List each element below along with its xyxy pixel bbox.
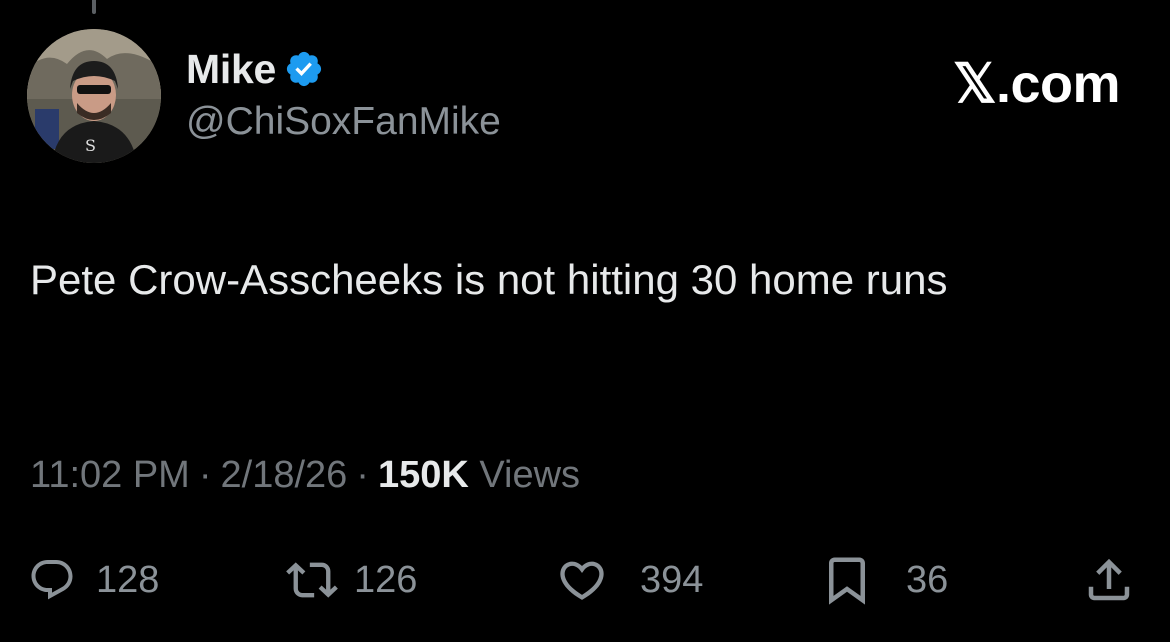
tweet-time[interactable]: 11:02 PM bbox=[30, 454, 190, 496]
repost-icon bbox=[286, 562, 338, 598]
site-watermark: 𝕏.com bbox=[952, 54, 1121, 114]
author-name-row: Mike bbox=[186, 46, 324, 92]
views-label: Views bbox=[479, 454, 581, 496]
reply-button[interactable]: 128 bbox=[28, 555, 159, 605]
thread-line bbox=[92, 0, 96, 14]
bookmark-button[interactable]: 36 bbox=[820, 555, 948, 605]
meta-separator: · bbox=[198, 454, 212, 496]
repost-count: 126 bbox=[354, 558, 418, 601]
like-button[interactable]: 394 bbox=[556, 555, 703, 605]
bookmark-count: 36 bbox=[906, 558, 949, 601]
verified-badge-icon[interactable] bbox=[284, 49, 324, 89]
meta-separator: · bbox=[356, 454, 369, 496]
heart-icon bbox=[560, 561, 604, 600]
display-name[interactable]: Mike bbox=[186, 46, 276, 93]
share-button[interactable] bbox=[1082, 555, 1136, 605]
author-handle[interactable]: @ChiSoxFanMike bbox=[186, 100, 501, 144]
repost-button[interactable]: 126 bbox=[286, 555, 417, 605]
like-count: 394 bbox=[640, 558, 704, 601]
bookmark-icon bbox=[829, 557, 865, 605]
svg-text:S: S bbox=[85, 136, 96, 155]
avatar-image: S bbox=[27, 29, 161, 163]
reply-count: 128 bbox=[96, 558, 160, 601]
share-icon bbox=[1088, 558, 1130, 601]
tweet-text: Pete Crow-Asscheeks is not hitting 30 ho… bbox=[30, 256, 948, 303]
tweet-date[interactable]: 2/18/26 bbox=[221, 454, 348, 496]
tweet-meta: 11:02 PM · 2/18/26 · 150K Views bbox=[30, 454, 580, 497]
reply-icon bbox=[31, 560, 73, 600]
avatar[interactable]: S bbox=[27, 29, 161, 163]
views-count: 150K bbox=[377, 454, 469, 496]
